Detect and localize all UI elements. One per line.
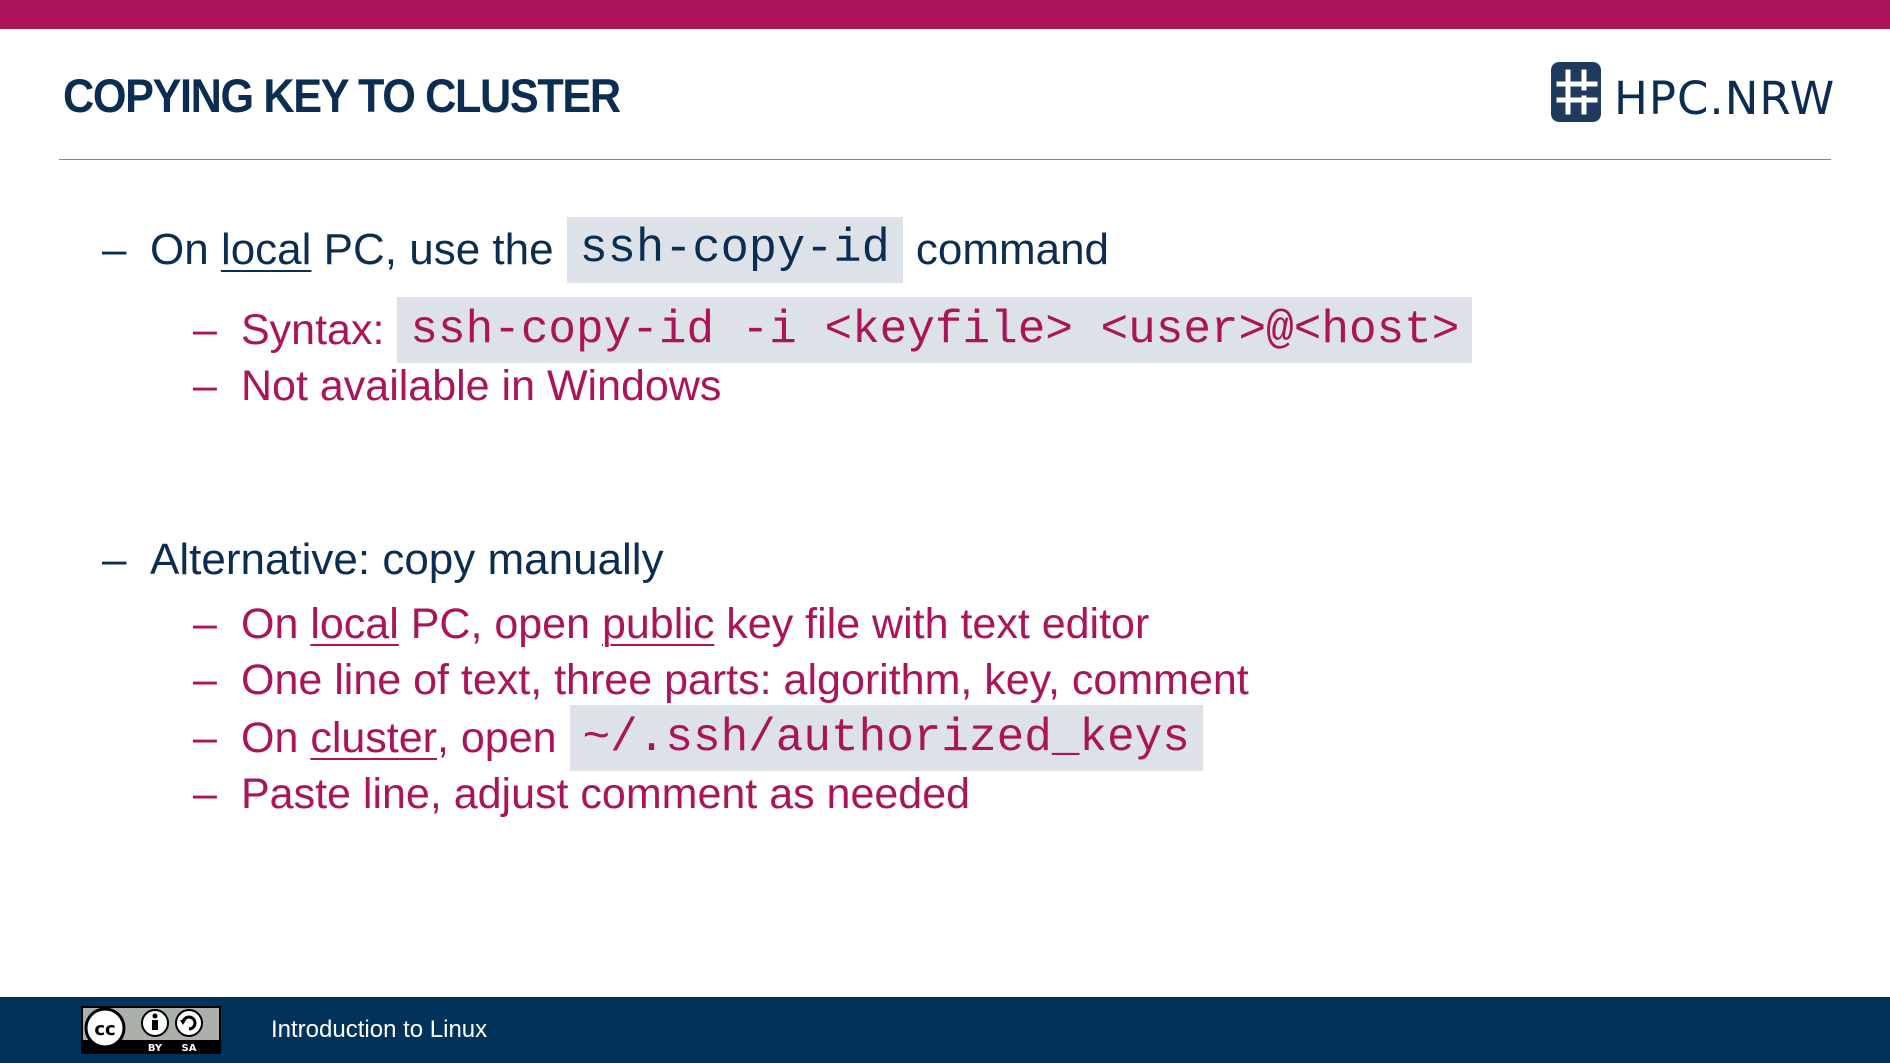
bullet-text: On [241,599,299,648]
bullet-text: PC, open [410,599,591,648]
emphasis-local: local [220,225,312,274]
sub-bullet-paste-line: – Paste line, adjust comment as needed [193,761,970,827]
bullet-text: On [150,225,209,274]
sub-bullet-not-windows: – Not available in Windows [193,353,721,419]
svg-text:cc: cc [94,1019,115,1040]
bullet-text: Alternative: copy manually [150,535,664,584]
bullet-dash: – [102,535,127,584]
slide-title: COPYING KEY TO CLUSTER [63,69,621,122]
bullet-alternative: – Alternative: copy manually [102,527,664,593]
bullet-text: Paste line, adjust comment as needed [241,769,971,818]
hpc-nrw-logo: HPC.NRW [1551,62,1835,122]
footer-course-title: Introduction to Linux [271,1016,488,1043]
bullet-text: PC, use the [323,225,554,274]
header-divider [59,159,1831,160]
top-accent-bar [0,0,1890,29]
bullet-text: On [241,713,299,762]
bullet-dash: – [193,599,217,648]
bullet-text: command [915,225,1110,274]
code-snippet: ssh-copy-id [566,217,903,283]
sub-bullet-three-parts: – One line of text, three parts: algorit… [193,647,1249,713]
emphasis-local: local [310,599,399,648]
hashtag-logo-icon [1551,62,1601,122]
bullet-ssh-copy-id: – On local PC, use the ssh-copy-id comma… [102,217,1109,283]
bullet-text: Syntax: [241,305,385,354]
cc-by-label: BY [148,1043,163,1054]
bullet-dash: – [193,361,217,410]
bullet-dash: – [193,769,217,818]
bullet-text: Not available in Windows [241,361,722,410]
bullet-dash: – [193,655,217,704]
emphasis-cluster: cluster [310,713,437,762]
bullet-text: key file with text editor [726,599,1150,648]
bullet-dash: – [193,713,217,762]
cc-by-sa-icon: cc BY SA [81,1006,221,1054]
bullet-dash: – [102,225,127,274]
footer-bar: cc BY SA Introduction to Linux [0,997,1890,1063]
bullet-text: , open [436,713,557,762]
emphasis-public: public [601,599,715,648]
cc-sa-label: SA [182,1043,197,1054]
bullet-dash: – [193,305,217,354]
bullet-text: One line of text, three parts: algorithm… [241,655,1249,704]
logo-text: HPC.NRW [1614,71,1836,125]
